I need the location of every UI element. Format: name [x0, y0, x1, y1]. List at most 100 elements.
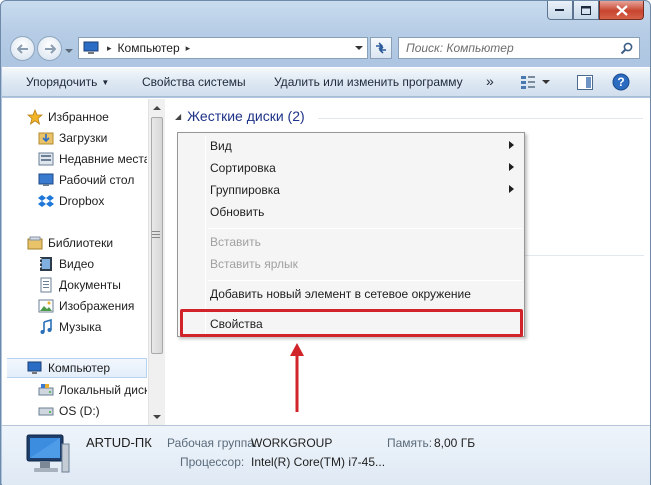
sidebar-libraries-label: Библиотеки	[48, 236, 114, 250]
recent-places-icon	[38, 151, 54, 167]
desktop-icon	[38, 172, 54, 188]
menu-item-label: Добавить новый элемент в сетевое окружен…	[210, 287, 471, 301]
memory-value: 8,00 ГБ	[434, 436, 476, 450]
breadcrumb-separator: ▸	[107, 42, 112, 53]
sidebar-item-music[interactable]: Музыка	[38, 317, 101, 337]
sidebar-item-label: Музыка	[59, 320, 102, 334]
menu-item-add-network-location[interactable]: Добавить новый элемент в сетевое окружен…	[180, 283, 522, 305]
sidebar-item-label: Загрузки	[59, 131, 108, 145]
sidebar-computer[interactable]: Компьютер	[7, 358, 147, 378]
menu-item-label: Вставить ярлык	[210, 257, 298, 271]
back-arrow-icon	[16, 43, 28, 54]
group-header-hard-disks[interactable]: ◢ Жесткие диски (2)	[175, 108, 305, 124]
menu-item-label: Вставить	[210, 235, 261, 249]
sidebar-favorites-label: Избранное	[48, 110, 109, 124]
breadcrumb-computer[interactable]: Компьютер	[118, 41, 180, 55]
uninstall-program-button[interactable]: Удалить или изменить программу	[274, 75, 463, 89]
search-box[interactable]	[398, 37, 640, 59]
breadcrumb-chevron[interactable]: ▸	[186, 43, 191, 54]
address-bar[interactable]: ▸ Компьютер ▸	[78, 37, 368, 59]
chevron-down-icon	[542, 79, 550, 84]
sidebar-item-pictures[interactable]: Изображения	[38, 296, 134, 316]
menu-separator	[208, 280, 522, 281]
menu-item-group[interactable]: Группировка	[180, 179, 522, 201]
sidebar-item-recent-places[interactable]: Недавние места	[38, 149, 147, 169]
music-icon	[38, 319, 54, 335]
cpu-label: Процессор:	[180, 455, 245, 469]
back-button[interactable]	[10, 36, 35, 61]
scroll-up-button[interactable]	[149, 99, 165, 115]
menu-item-view[interactable]: Вид	[180, 135, 522, 157]
sidebar-item-desktop[interactable]: Рабочий стол	[38, 170, 134, 190]
context-menu: Вид Сортировка Группировка Обновить Вста…	[177, 132, 525, 337]
computer-large-icon	[26, 434, 70, 473]
forward-arrow-icon	[44, 43, 56, 54]
sidebar-item-os-d[interactable]: OS (D:)	[38, 401, 100, 421]
close-icon	[615, 4, 628, 16]
sidebar-favorites[interactable]: Избранное	[27, 107, 109, 127]
collapse-triangle-icon[interactable]: ◢	[175, 112, 181, 121]
group-divider	[517, 255, 644, 256]
sidebar-item-label: OS (D:)	[59, 404, 100, 418]
group-title: Жесткие диски (2)	[187, 108, 305, 124]
sidebar-computer-label: Компьютер	[48, 361, 111, 375]
menu-item-paste: Вставить	[180, 231, 522, 253]
sidebar-item-label: Недавние места	[59, 152, 147, 166]
menu-item-label: Сортировка	[210, 161, 276, 175]
workgroup-value: WORKGROUP	[251, 436, 333, 450]
sidebar-item-local-disk[interactable]: Локальный диск	[38, 380, 147, 400]
workgroup-label: Рабочая группа:	[167, 436, 258, 450]
computer-icon	[27, 360, 43, 376]
menu-item-label: Группировка	[210, 183, 280, 197]
sidebar-item-downloads[interactable]: Загрузки	[38, 128, 107, 148]
address-dropdown[interactable]	[351, 38, 367, 58]
recent-pages-dropdown[interactable]	[65, 43, 73, 57]
refresh-button[interactable]	[370, 37, 392, 59]
help-button[interactable]: ?	[612, 73, 630, 94]
computer-icon	[83, 41, 99, 54]
preview-pane-button[interactable]	[577, 75, 593, 93]
system-properties-button[interactable]: Свойства системы	[142, 75, 246, 89]
maximize-button[interactable]	[573, 1, 599, 20]
sidebar-item-label: Видео	[59, 257, 95, 271]
close-button[interactable]	[599, 1, 644, 20]
chevron-down-icon	[355, 45, 363, 50]
menu-separator	[208, 228, 522, 229]
sidebar-item-label: Изображения	[59, 299, 135, 313]
forward-button[interactable]	[37, 36, 62, 61]
view-icon	[521, 76, 535, 89]
menu-item-refresh[interactable]: Обновить	[180, 201, 522, 223]
sidebar-item-label: Локальный диск	[59, 383, 147, 397]
scroll-down-button[interactable]	[149, 409, 165, 425]
sidebar-item-dropbox[interactable]: Dropbox	[38, 191, 104, 211]
dropbox-icon	[38, 193, 54, 209]
sidebar-item-video[interactable]: Видео	[38, 254, 94, 274]
organize-label: Упорядочить	[26, 75, 98, 89]
sidebar-libraries[interactable]: Библиотеки	[27, 233, 113, 253]
organize-menu-button[interactable]: Упорядочить ▼	[26, 75, 109, 89]
command-bar: Упорядочить ▼ Свойства системы Удалить ил…	[2, 67, 650, 97]
search-icon[interactable]	[620, 42, 633, 55]
change-view-button[interactable]	[520, 75, 550, 89]
maximize-icon	[581, 5, 591, 15]
pc-name: ARTUD-ПК	[86, 435, 152, 450]
chevron-down-icon	[65, 49, 73, 53]
documents-icon	[38, 277, 54, 293]
search-input[interactable]	[404, 40, 614, 56]
chevron-up-icon	[153, 105, 161, 110]
menu-item-sort[interactable]: Сортировка	[180, 157, 522, 179]
more-commands-button[interactable]: »	[486, 73, 494, 89]
submenu-arrow-icon	[509, 141, 514, 149]
annotation-highlight-box	[180, 309, 523, 337]
sidebar-item-documents[interactable]: Документы	[38, 275, 121, 295]
pictures-icon	[38, 298, 54, 314]
help-icon: ?	[612, 73, 630, 91]
navigation-pane: Избранное Загрузки Недавние места Рабочи…	[7, 99, 147, 425]
navigation-pane-scrollbar[interactable]	[148, 99, 165, 425]
downloads-folder-icon	[38, 130, 54, 146]
memory-label: Память:	[387, 436, 433, 450]
libraries-icon	[27, 235, 43, 251]
caption-buttons	[547, 1, 644, 20]
refresh-icon	[376, 42, 386, 54]
minimize-button[interactable]	[547, 1, 573, 20]
